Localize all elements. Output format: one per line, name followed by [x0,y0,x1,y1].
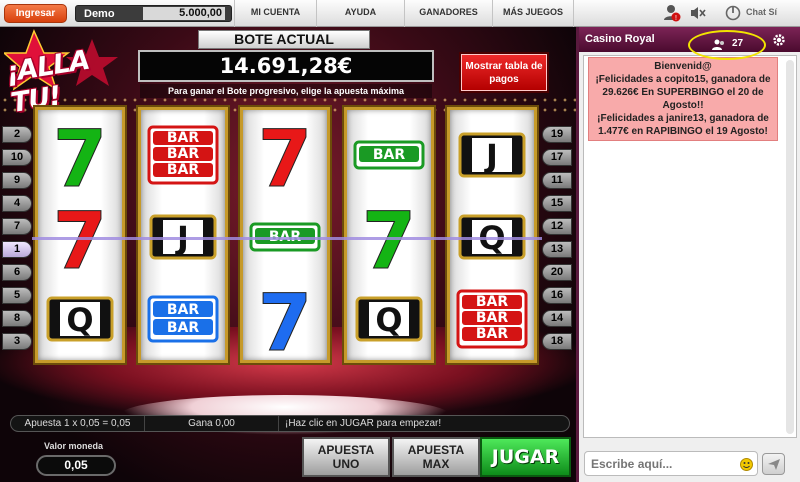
seven-symbol: 7 [258,115,312,196]
users-icon [712,39,724,50]
welcome-line: Bienvenid@ [654,61,712,72]
bar-double-blue-symbol: BAR BAR [147,295,219,343]
reel: 7BAR7 [240,107,330,363]
bar-triple-red-symbol: BARBARBAR [456,289,528,349]
coin-value-label: Valor moneda [44,441,104,451]
nav-mas-juegos[interactable]: MÁS JUEGOS [492,0,574,27]
login-button[interactable]: Ingresar [4,4,67,23]
user-alert-icon[interactable]: ! [662,3,682,23]
jackpot-title: BOTE ACTUAL [198,30,370,49]
reel: J Q BAR BAR BAR [447,107,537,363]
welcome-message: Bienvenid@ ¡Felicidades a copito15, gana… [588,57,778,141]
reel: BAR 7 Q [344,107,434,363]
payline-number[interactable]: 14 [542,310,572,327]
payline-number[interactable]: 12 [542,218,572,235]
q-symbol: Q [355,296,423,342]
bar-symbol: BAR [167,146,200,162]
payline-number[interactable]: 5 [2,287,32,304]
play-button[interactable]: JUGAR [480,437,571,477]
demo-balance: 5.000,00 [143,7,225,20]
j-symbol: J [458,132,526,178]
online-users-badge[interactable]: 27 [688,30,766,60]
bar-symbol: BAR [476,326,509,342]
chat-input[interactable] [584,451,758,476]
bet-max-label: APUESTA MAX [407,443,465,471]
payline-number[interactable]: 19 [542,126,572,143]
active-payline [32,237,542,240]
nav-mi-cuenta[interactable]: MI CUENTA [234,0,316,27]
payline-number[interactable]: 10 [2,149,32,166]
welcome-line: ¡Felicidades a janire13, ganadora de 1.4… [597,113,769,137]
demo-label: Demo [84,8,115,20]
paytable-button[interactable]: Mostrar tabla de pagos [461,54,547,91]
power-icon[interactable] [725,5,741,21]
welcome-line: ¡Felicidades a copito15, ganadora de 29.… [595,74,771,111]
payline-number[interactable]: 2 [2,126,32,143]
q-symbol: Q [375,301,402,339]
seven-green-symbol: 7 [52,115,107,197]
status-bar: Apuesta 1 x 0,05 = 0,05 Gana 0,00 ¡Haz c… [10,415,570,432]
emoji-icon[interactable] [740,458,753,471]
payline-number[interactable]: 17 [542,149,572,166]
chat-scrollbar[interactable] [786,60,794,434]
jackpot-amount: 14.691,28€ [138,50,434,82]
chat-panel: Casino Royal Bienvenid@ ¡Felicidades a c… [576,27,800,482]
seven-blue-symbol: 7 [257,279,312,361]
seven-red-symbol: 7 [257,115,312,197]
payline-number[interactable]: 1 [2,241,32,258]
payline-number[interactable]: 16 [542,287,572,304]
bar-symbol: BAR [373,147,406,163]
reel: BARBARBARJBARBAR [138,107,228,363]
payline-number[interactable]: 9 [2,172,32,189]
bet-one-label: APUESTA UNO [317,443,375,471]
send-icon [768,459,780,470]
bar-triple-red-symbol: BARBARBAR [147,125,219,185]
payline-number[interactable]: 7 [2,218,32,235]
bet-max-button[interactable]: APUESTA MAX [392,437,480,477]
payline-number[interactable]: 8 [2,310,32,327]
bar-symbol: BAR [167,130,200,146]
sound-mute-icon[interactable] [690,6,706,20]
bar-symbol: BAR [476,310,509,326]
demo-balance-box: Demo 5.000,00 [75,5,232,22]
bar-symbol: BAR [167,162,200,178]
q-symbol: Q [66,301,93,339]
gear-icon[interactable] [772,33,786,47]
nav-ganadores[interactable]: GANADORES [404,0,492,27]
bar-symbol: BAR [167,302,200,318]
seven-symbol: 7 [258,279,312,360]
bar-symbol: BAR [167,320,200,336]
win-info: Gana 0,00 [145,416,279,431]
payline-number[interactable]: 3 [2,333,32,350]
bet-one-button[interactable]: APUESTA UNO [302,437,390,477]
reel: 77Q [35,107,125,363]
bet-info: Apuesta 1 x 0,05 = 0,05 [11,416,145,431]
bar-symbol: BAR [476,294,509,310]
send-button[interactable] [762,453,785,475]
payline-number[interactable]: 15 [542,195,572,212]
payline-number[interactable]: 6 [2,264,32,281]
jackpot-note: Para ganar el Bote progresivo, elige la … [140,84,432,98]
bar-single-green-symbol: BAR [353,140,425,170]
status-message: ¡Haz clic en JUGAR para empezar! [285,418,442,429]
slot-game: ¡ALLA TU! BOTE ACTUAL 14.691,28€ Para ga… [0,27,576,482]
payline-number[interactable]: 11 [542,172,572,189]
chat-messages[interactable]: Bienvenid@ ¡Felicidades a copito15, gana… [583,55,797,438]
payline-number[interactable]: 4 [2,195,32,212]
payline-number[interactable]: 13 [542,241,572,258]
top-bar: Ingresar Demo 5.000,00 MI CUENTA AYUDA G… [0,0,800,27]
payline-number[interactable]: 18 [542,333,572,350]
coin-value-selector[interactable]: 0,05 [36,455,116,476]
j-symbol: J [484,137,498,175]
svg-text:!: ! [675,15,677,22]
payline-number[interactable]: 20 [542,264,572,281]
nav-ayuda[interactable]: AYUDA [316,0,404,27]
seven-symbol: 7 [53,115,107,196]
chat-toggle[interactable]: Chat Sí [746,7,777,17]
q-symbol: Q [46,296,114,342]
online-users-count: 27 [732,38,744,49]
